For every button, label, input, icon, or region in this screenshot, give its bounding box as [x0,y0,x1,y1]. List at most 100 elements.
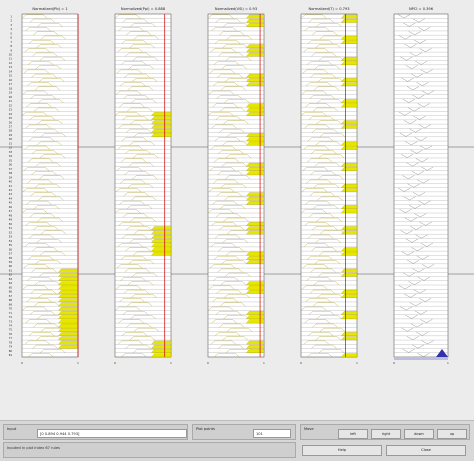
rule-number: 21 [9,99,13,103]
move-up-button[interactable]: up [437,429,467,439]
rule-number: 46 [9,205,13,209]
fired-area [151,226,172,231]
fired-area [58,277,79,281]
fired-area [58,340,79,345]
rule-number: 13 [9,65,13,69]
rule-number: 64 [9,281,13,285]
fired-area [246,107,265,112]
rule-number: 23 [9,108,13,112]
rule-number: 28 [9,129,13,133]
fired-area [58,336,79,341]
fired-area [246,196,265,201]
fired-area [246,251,265,256]
axis-tick-max: 1 [77,361,79,365]
move-label: Move [304,427,314,431]
rule-number: 2 [10,19,12,23]
fired-area [246,192,265,197]
axis-tick-max: 1 [447,361,449,365]
status-group: Inputed in plot index 67 rules [3,442,296,458]
rule-number: 44 [9,196,13,200]
fired-area [246,344,265,349]
rule-number: 45 [9,201,13,205]
fired-area [151,230,172,235]
fired-area [58,302,79,307]
rule-number: 3 [10,23,12,27]
fired-area [151,239,172,243]
plot-points-field[interactable]: 101 [253,429,291,438]
axis-tick-min: 0 [114,361,116,365]
rule-number: 48 [9,213,13,217]
rule-number: 50 [9,222,13,226]
rule-number: 19 [9,91,13,95]
input-group: Input [0 0.894 0.944 0.793] [3,424,188,440]
move-down-button[interactable]: down [404,429,434,439]
rule-number: 72 [9,315,13,319]
fired-area [151,112,172,116]
fired-area [246,112,265,116]
rule-number: 60 [9,264,13,268]
rule-number: 31 [9,141,13,145]
rule-number: 74 [9,324,13,328]
axis-tick-max: 1 [170,361,172,365]
fired-area [58,315,79,319]
rule-number: 75 [9,328,13,332]
rule-number: 43 [9,192,13,196]
move-left-button[interactable]: left [338,429,368,439]
rule-number: 14 [9,69,13,73]
close-button[interactable]: Close [386,445,466,456]
control-panel: Input [0 0.894 0.944 0.793] Plot points … [0,420,474,461]
rule-number: 42 [9,188,13,192]
rule-number: 29 [9,133,13,137]
rule-number: 65 [9,285,13,289]
fired-area [151,247,172,252]
rule-number: 58 [9,256,13,260]
rule-number: 7 [10,40,12,44]
axis-tick-min: 0 [21,361,23,365]
rule-number: 5 [10,31,12,35]
rule-number: 59 [9,260,13,264]
fired-area [151,129,172,133]
fired-area [151,349,172,353]
fired-area [246,52,265,57]
rule-number: 30 [9,137,13,141]
input-field[interactable]: [0 0.894 0.944 0.793] [37,429,187,438]
fired-area [58,281,79,286]
panel-title-pb: Normalized(Pb) = 1 [32,7,68,11]
help-button[interactable]: Help [302,445,382,456]
rule-viewer-plot: 1234567891011121314151617181920212223242… [0,13,474,365]
rule-number: 12 [9,61,13,65]
rule-number: 36 [9,163,13,167]
rule-number: 20 [9,95,13,99]
fired-area [58,306,79,311]
fired-area [246,256,265,260]
axis-tick-max: 1 [263,361,265,365]
fired-area [246,23,265,27]
panel-title-vsi: Normalized(VSi) = 0.93 [214,7,258,11]
fired-area [151,344,172,349]
fired-area [58,294,79,298]
rule-number: 35 [9,158,13,162]
fired-area [58,319,79,324]
fired-area [246,44,265,48]
fired-area [246,349,265,353]
fired-area [58,311,79,315]
rule-number: 22 [9,103,13,107]
rule-number: 18 [9,86,13,90]
rule-number: 55 [9,243,13,247]
rule-number: 27 [9,124,13,128]
fired-area [246,133,265,137]
fired-area [58,328,79,332]
plot-points-label: Plot points [196,427,215,431]
rule-number: 25 [9,116,13,120]
panel-title-t: Normalized(T) = 0.793 [308,7,350,11]
rule-number: 16 [9,78,13,82]
rule-number: 40 [9,180,13,184]
rule-number: 54 [9,239,13,243]
move-right-button[interactable]: right [371,429,401,439]
fired-area [246,230,265,235]
rule-number: 77 [9,336,13,340]
rule-number: 9 [10,48,12,52]
fired-area [246,167,265,171]
rule-number: 79 [9,345,13,349]
rule-number: 63 [9,277,13,281]
